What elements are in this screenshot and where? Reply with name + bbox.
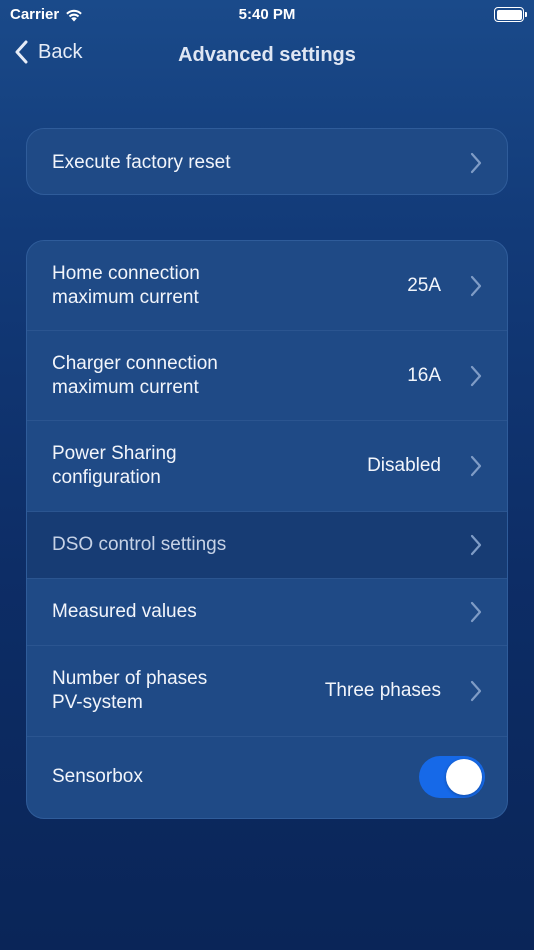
- power-sharing-value: Disabled: [367, 455, 441, 476]
- sensorbox-row: Sensorbox: [27, 737, 507, 817]
- phases-row[interactable]: Number of phases PV-system Three phases: [27, 646, 507, 737]
- factory-reset-label: Execute factory reset: [52, 151, 231, 173]
- back-button[interactable]: Back: [14, 40, 82, 64]
- status-bar: Carrier 5:40 PM: [0, 0, 534, 30]
- home-connection-label-line2: maximum current: [52, 286, 199, 308]
- dso-control-row[interactable]: DSO control settings: [27, 512, 507, 579]
- phases-label-line2: PV-system: [52, 692, 143, 713]
- status-time: 5:40 PM: [238, 6, 296, 23]
- power-sharing-row[interactable]: Power Sharing configuration Disabled: [27, 421, 507, 512]
- factory-reset-row[interactable]: Execute factory reset: [27, 129, 507, 194]
- dso-control-label: DSO control settings: [52, 534, 227, 555]
- charger-connection-label-line2: maximum current: [52, 376, 199, 398]
- home-connection-row[interactable]: Home connection maximum current 25A: [27, 241, 507, 331]
- phases-label-line1: Number of phases: [52, 668, 208, 689]
- phases-value: Three phases: [324, 680, 441, 701]
- toggle-knob: [446, 759, 482, 795]
- settings-list-card: Home connection maximum current 25A Char…: [26, 240, 508, 819]
- charger-connection-row[interactable]: Charger connection maximum current 16A: [27, 331, 507, 421]
- chevron-right-icon: [470, 534, 482, 556]
- charger-connection-label: Charger connection maximum current: [52, 352, 407, 400]
- chevron-right-icon: [470, 601, 482, 623]
- battery-icon: [494, 7, 527, 22]
- charger-connection-value: 16A: [407, 364, 441, 386]
- home-connection-label: Home connection maximum current: [52, 262, 407, 310]
- home-connection-value: 25A: [407, 274, 441, 296]
- chevron-right-icon: [470, 275, 482, 296]
- back-chevron-icon: [15, 40, 28, 64]
- power-sharing-label-line2: configuration: [52, 467, 161, 488]
- sensorbox-toggle[interactable]: [419, 756, 485, 798]
- chevron-right-icon: [470, 455, 482, 477]
- power-sharing-label-line1: Power Sharing: [52, 443, 177, 464]
- chevron-right-icon: [470, 365, 482, 386]
- navigation-bar: Back Advanced settings: [0, 30, 534, 80]
- home-connection-label-line1: Home connection: [52, 262, 200, 284]
- sensorbox-label: Sensorbox: [52, 766, 143, 787]
- phases-label: Number of phases PV-system: [52, 667, 325, 715]
- measured-values-row[interactable]: Measured values: [27, 579, 507, 646]
- power-sharing-label: Power Sharing configuration: [52, 442, 367, 490]
- charger-connection-label-line1: Charger connection: [52, 352, 218, 374]
- measured-values-label: Measured values: [52, 601, 197, 622]
- factory-reset-card: Execute factory reset: [26, 128, 508, 195]
- chevron-right-icon: [470, 680, 482, 702]
- chevron-right-icon: [470, 152, 482, 173]
- back-label: Back: [38, 40, 83, 63]
